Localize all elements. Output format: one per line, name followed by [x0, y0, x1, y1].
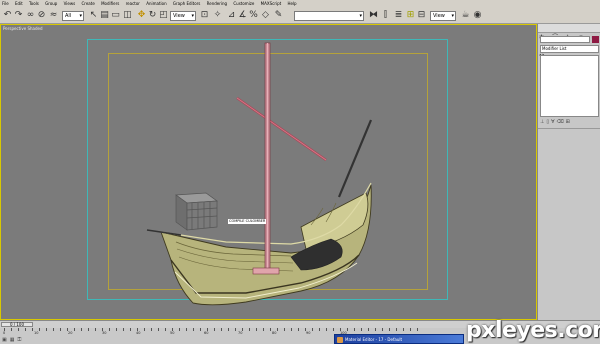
- chevron-down-icon: ▾: [79, 13, 82, 19]
- render-scene-icon[interactable]: ☕: [460, 10, 471, 21]
- ref-coord-dropdown[interactable]: View ▾: [170, 11, 196, 21]
- menu-group[interactable]: Group: [43, 1, 60, 6]
- lock-icon[interactable]: ▣: [2, 337, 10, 343]
- tick-label: 20: [68, 331, 73, 335]
- menu-modifiers[interactable]: Modifiers: [99, 1, 122, 6]
- snap-icon[interactable]: ⊿: [226, 10, 237, 21]
- select-manipulate-icon[interactable]: ✧: [212, 10, 223, 21]
- panel-separator: [538, 128, 600, 129]
- tick-label: 80: [272, 331, 277, 335]
- chevron-down-icon: ▾: [191, 13, 194, 19]
- material-editor-title: Material Editor - 17 - Default: [345, 337, 403, 342]
- modifier-list-dropdown[interactable]: Modifier List: [540, 45, 599, 53]
- link-icon[interactable]: ∞: [25, 10, 36, 21]
- menu-bar: File Edit Tools Group Views Create Modif…: [0, 0, 600, 8]
- watermark: pxleyes.com: [466, 318, 600, 343]
- edit-named-icon[interactable]: ✎: [273, 10, 284, 21]
- menu-edit[interactable]: Edit: [13, 1, 26, 6]
- menu-maxscript[interactable]: MAXScript: [259, 1, 285, 6]
- curve-editor-icon[interactable]: ⊞: [405, 10, 416, 21]
- move-icon[interactable]: ✥: [136, 10, 147, 21]
- object-name-label: COMPILE CULOMBER: [228, 219, 267, 224]
- menu-graph-editors[interactable]: Graph Editors: [171, 1, 203, 6]
- pivot-icon[interactable]: ⊡: [199, 10, 210, 21]
- align-icon[interactable]: ⫿: [380, 10, 391, 21]
- mirror-icon[interactable]: ⧓: [368, 10, 379, 21]
- unlink-icon[interactable]: ⊘: [36, 10, 47, 21]
- tick-label: 30: [102, 331, 107, 335]
- modifier-stack[interactable]: [540, 55, 599, 117]
- angle-snap-icon[interactable]: ∡: [237, 10, 248, 21]
- redo-icon[interactable]: ↷: [13, 10, 24, 21]
- status-icons: ▣▦⚿: [2, 337, 24, 343]
- rect-region-icon[interactable]: ▭: [110, 10, 121, 21]
- bind-icon[interactable]: ≈: [48, 10, 59, 21]
- named-selection-input[interactable]: ▾: [294, 11, 364, 21]
- tick-label: 0: [3, 331, 6, 335]
- view-select-dropdown[interactable]: View ▾: [430, 11, 456, 21]
- mast-base: [252, 267, 280, 275]
- configure-sets-icon[interactable]: ⊞: [566, 119, 572, 125]
- perspective-viewport[interactable]: Perspective Shaded COMPILE CULOMBER: [0, 24, 537, 320]
- menu-tools[interactable]: Tools: [27, 1, 42, 6]
- rear-spar: [337, 119, 373, 198]
- menu-create[interactable]: Create: [79, 1, 97, 6]
- select-by-name-icon[interactable]: ▤: [99, 10, 110, 21]
- object-color-swatch[interactable]: [592, 36, 599, 43]
- chevron-down-icon: ▾: [451, 13, 454, 19]
- percent-snap-icon[interactable]: %: [248, 10, 259, 21]
- key-icon[interactable]: ⚿: [17, 337, 24, 343]
- yard-highlight: [236, 97, 327, 161]
- layer-icon[interactable]: ≣: [393, 10, 404, 21]
- menu-views[interactable]: Views: [62, 1, 79, 6]
- deck-cage: [175, 192, 218, 231]
- remove-modifier-icon[interactable]: ⌫: [557, 119, 566, 125]
- quick-render-icon[interactable]: ◉: [472, 10, 483, 21]
- menu-animation[interactable]: Animation: [144, 1, 169, 6]
- main-toolbar: ↶ ↷ ∞ ⊘ ≈ All ▾ ↖ ▤ ▭ ◫ ✥ ↻ ◰ View ▾ ⊡ ✧ ⊿…: [0, 8, 600, 24]
- spinner-snap-icon[interactable]: ◇: [260, 10, 271, 21]
- selection-filter-dropdown[interactable]: All ▾: [62, 11, 84, 21]
- material-editor-taskbar-button[interactable]: Material Editor - 17 - Default: [334, 334, 464, 344]
- tick-label: 90: [306, 331, 311, 335]
- ship-model[interactable]: [1, 25, 538, 321]
- menu-reactor[interactable]: reactor: [124, 1, 143, 6]
- track-ticks: [4, 328, 424, 331]
- schematic-icon[interactable]: ⊟: [416, 10, 427, 21]
- material-editor-icon: [337, 337, 343, 343]
- command-panel: ✱ ⌒ ⋔ ◎ ▭ ⚒ Modifier List ⊥▯∀⌫⊞: [537, 24, 600, 320]
- menu-customize[interactable]: Customize: [231, 1, 257, 6]
- tick-label: 60: [204, 331, 209, 335]
- stack-tools: ⊥▯∀⌫⊞: [540, 119, 599, 125]
- scale-icon[interactable]: ◰: [158, 10, 169, 21]
- time-slider[interactable]: 0 / 100: [1, 322, 33, 327]
- object-name-field[interactable]: [540, 36, 590, 43]
- undo-icon[interactable]: ↶: [2, 10, 13, 21]
- rotate-icon[interactable]: ↻: [147, 10, 158, 21]
- command-panel-tabs: ✱ ⌒ ⋔ ◎ ▭ ⚒: [538, 24, 600, 60]
- window-crossing-icon[interactable]: ◫: [122, 10, 133, 21]
- chevron-down-icon: ▾: [359, 13, 362, 19]
- select-icon[interactable]: ↖: [88, 10, 99, 21]
- tick-label: 10: [34, 331, 39, 335]
- menu-rendering[interactable]: Rendering: [205, 1, 230, 6]
- tick-label: 40: [136, 331, 141, 335]
- menu-help[interactable]: Help: [285, 1, 299, 6]
- menu-file[interactable]: File: [0, 1, 12, 6]
- tick-label: 50: [170, 331, 175, 335]
- tick-label: 70: [238, 331, 243, 335]
